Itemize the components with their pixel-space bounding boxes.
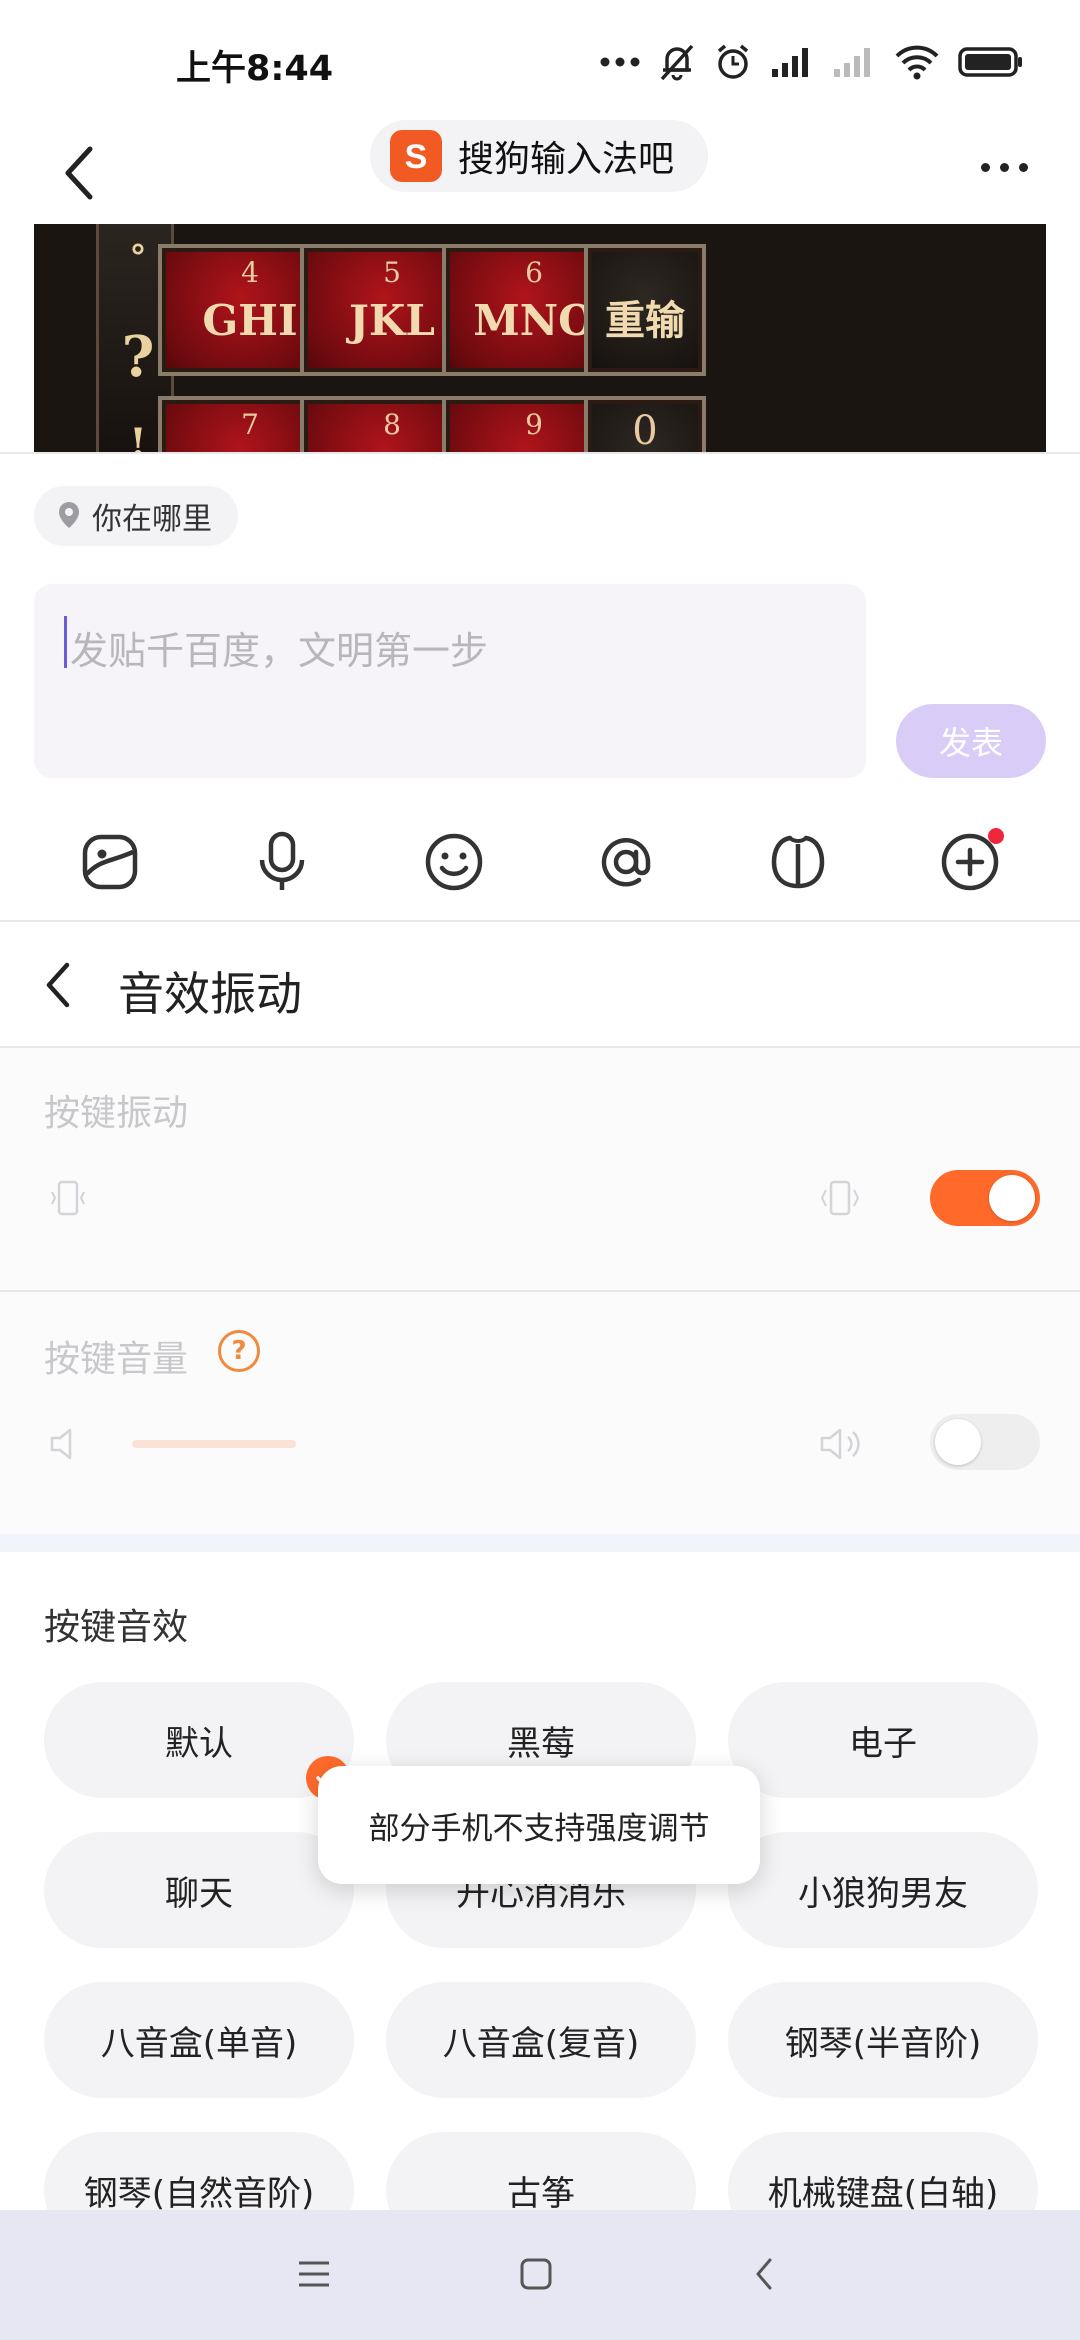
home-nav-button[interactable]	[506, 2244, 566, 2304]
panel-back-button[interactable]	[28, 950, 88, 1020]
vibration-toggle[interactable]	[930, 1170, 1040, 1226]
more-dot-icon	[980, 162, 990, 172]
menu-nav-button[interactable]	[284, 2244, 344, 2304]
volume-slider[interactable]	[132, 1440, 296, 1448]
chevron-left-icon	[65, 146, 93, 200]
wifi-icon	[894, 44, 940, 80]
skin-key-0: 0	[584, 396, 706, 452]
vibrate-high-icon	[820, 1180, 860, 1216]
battery-icon	[958, 46, 1024, 78]
silent-bell-icon	[658, 42, 696, 82]
volume-toggle[interactable]	[930, 1414, 1040, 1470]
post-input[interactable]: 发贴千百度，文明第一步	[34, 584, 866, 778]
post-input-placeholder: 发贴千百度，文明第一步	[70, 629, 489, 673]
toast-message: 部分手机不支持强度调节	[318, 1766, 760, 1884]
section-gap	[0, 1534, 1080, 1552]
forum-header: S 搜狗输入法吧	[0, 120, 1080, 224]
signal-icon	[770, 45, 814, 79]
volume-label: 按键音量	[44, 1339, 189, 1380]
more-options-button[interactable]	[964, 132, 1044, 202]
mention-icon	[601, 838, 651, 887]
sound-option[interactable]: 八音盒(单音)	[44, 1982, 354, 2098]
post-button[interactable]: 发表	[896, 704, 1046, 778]
keyboard-skin-image: ° ? ! 4 GHI 5 JKL 6 MNO 重输 7 8 9 0	[34, 224, 1046, 452]
status-time: 上午8:44	[176, 49, 334, 89]
location-pin-icon	[59, 502, 79, 528]
signal-weak-icon	[832, 45, 876, 79]
sound-option[interactable]: 电子	[728, 1682, 1038, 1798]
mention-button[interactable]	[588, 824, 664, 900]
status-bar: 上午8:44	[0, 0, 1080, 120]
sound-option[interactable]: 聊天	[44, 1832, 354, 1948]
image-button[interactable]	[72, 824, 148, 900]
help-icon[interactable]: ?	[218, 1330, 260, 1372]
back-triangle-icon	[756, 2258, 772, 2290]
vibrate-low-icon	[51, 1180, 85, 1216]
more-dot-icon	[999, 162, 1009, 172]
gift-icon	[771, 835, 825, 889]
panel-title: 音效振动	[118, 967, 302, 1021]
chevron-left-icon	[46, 962, 70, 1008]
location-label: 你在哪里	[92, 502, 212, 537]
sound-option[interactable]: 钢琴(半音阶)	[728, 1982, 1038, 2098]
vibration-section: 按键振动	[0, 1048, 1080, 1290]
divider	[0, 452, 1080, 454]
more-dot-icon	[1018, 162, 1028, 172]
volume-high-icon	[820, 1428, 860, 1460]
forum-name: 搜狗输入法吧	[458, 139, 675, 180]
alarm-icon	[714, 42, 752, 82]
notification-dot	[988, 828, 1004, 844]
svg-text:S: S	[405, 138, 428, 176]
settings-panel-header: 音效振动	[0, 922, 1080, 1046]
emoji-button[interactable]	[416, 824, 492, 900]
volume-section: 按键音量 ?	[0, 1292, 1080, 1534]
gift-button[interactable]	[760, 824, 836, 900]
menu-icon	[299, 2261, 329, 2287]
sogou-logo-icon: S	[390, 130, 442, 182]
more-dots-icon	[600, 56, 640, 68]
forum-name-chip[interactable]: S 搜狗输入法吧	[370, 120, 708, 192]
back-button[interactable]	[40, 128, 120, 218]
image-icon	[82, 834, 138, 890]
voice-button[interactable]	[244, 824, 320, 900]
text-caret	[64, 616, 67, 668]
toggle-knob	[935, 1419, 981, 1465]
home-square-icon	[520, 2258, 552, 2290]
vibration-label: 按键振动	[44, 1093, 189, 1134]
system-navigation-bar	[0, 2210, 1080, 2340]
more-tools-button[interactable]	[932, 824, 1008, 900]
sound-option[interactable]: 八音盒(复音)	[386, 1982, 696, 2098]
emoji-icon	[425, 833, 483, 891]
sound-effects-title: 按键音效	[44, 1607, 189, 1648]
back-nav-button[interactable]	[734, 2244, 794, 2304]
toggle-knob	[989, 1175, 1035, 1221]
composer-toolbar	[0, 806, 1080, 916]
status-icons	[600, 36, 1024, 88]
microphone-icon	[259, 831, 305, 890]
volume-low-icon	[50, 1428, 72, 1460]
sound-option[interactable]: 小狼狗男友	[728, 1832, 1038, 1948]
skin-key-reinput: 重输	[584, 244, 706, 376]
location-chip[interactable]: 你在哪里	[34, 486, 238, 546]
